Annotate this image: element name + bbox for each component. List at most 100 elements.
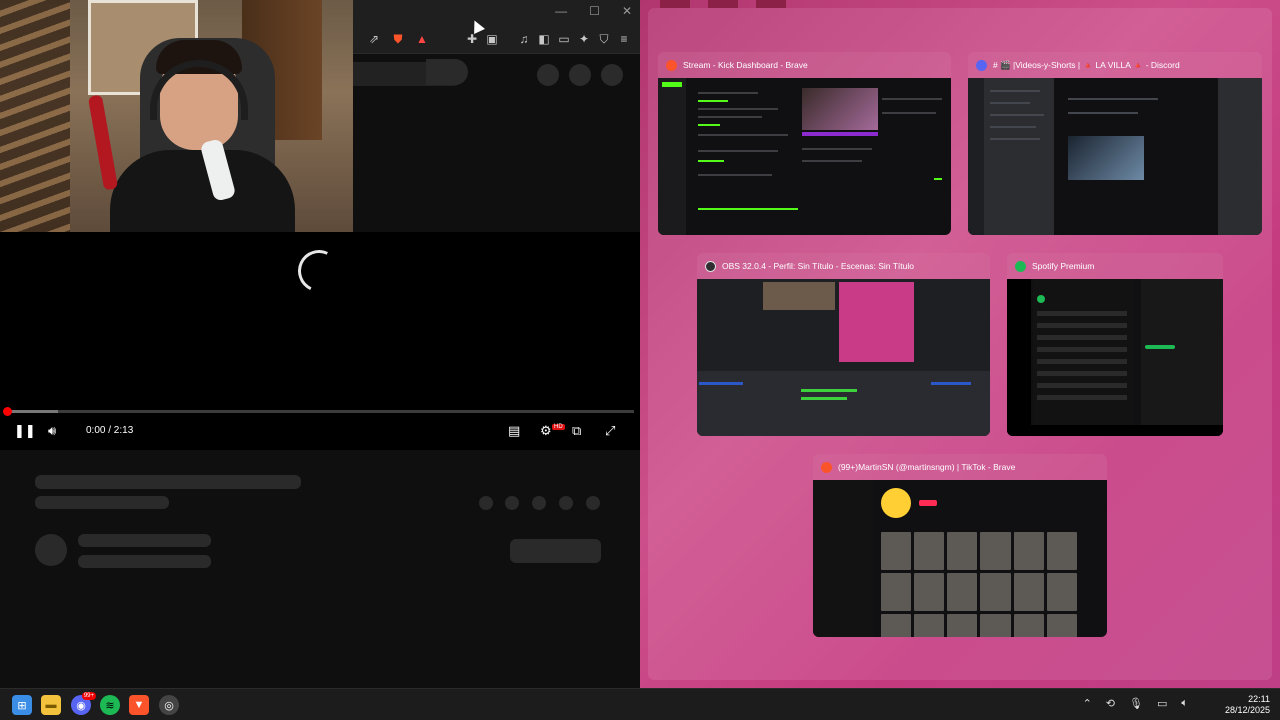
progress-bar[interactable] xyxy=(6,410,634,413)
share-icon[interactable]: ⇗ xyxy=(367,32,381,46)
skeleton-subs xyxy=(78,555,211,568)
skeleton-avatar xyxy=(35,534,67,566)
media-icon[interactable]: ♫ xyxy=(517,32,531,46)
microphone-icon[interactable]: 🎙︎ xyxy=(1129,697,1143,710)
fullscreen-icon[interactable]: ⤢ xyxy=(605,421,615,441)
vpn-icon[interactable]: ⛉ xyxy=(597,32,611,46)
spotify-icon[interactable]: ≋ xyxy=(100,695,120,715)
brave-icon[interactable]: ▼ xyxy=(129,695,149,715)
window-title: Spotify Premium xyxy=(1015,258,1217,274)
captions-icon[interactable]: ▤ xyxy=(508,421,520,441)
skeleton-action xyxy=(532,496,546,510)
wifi-sync-icon[interactable]: ⟲ xyxy=(1106,697,1115,710)
webcam-microphone xyxy=(87,94,119,191)
preview-member-list xyxy=(1218,78,1262,235)
skeleton-subscribe xyxy=(510,539,601,563)
video-details-skeleton xyxy=(0,450,640,688)
youtube-header xyxy=(353,55,640,91)
window-preview xyxy=(658,78,951,235)
file-explorer-icon[interactable]: ▬ xyxy=(41,695,61,715)
browser-window: — ☐ ✕ ⇗ ⛊ ▲ ✚ ▣ ♫ ◧ ▭ ✦ ⛉ ≡ ❚❚ 🔊︎ 0:00 /… xyxy=(0,0,640,688)
window-title: (99+)MartinSN (@martinsngm) | TikTok - B… xyxy=(821,459,1101,475)
window-thumbnail-kick[interactable]: Stream - Kick Dashboard - Brave xyxy=(658,52,951,235)
brave-icon xyxy=(666,59,677,71)
time-display: 0:00 / 2:13 xyxy=(86,425,134,436)
window-thumbnail-tiktok[interactable]: (99+)MartinSN (@martinsngm) | TikTok - B… xyxy=(813,454,1107,637)
taskbar: ⊞ ▬ ◉ 99+ ≋ ▼ ◎ ⌃ ⟲ 🎙︎ ▭ 🔈︎ 22:11 28/12/2… xyxy=(0,688,1280,720)
preview-library xyxy=(1007,279,1031,436)
brave-shield-icon[interactable]: ⛊ xyxy=(391,32,405,46)
preview-avatar xyxy=(881,488,911,518)
spotify-icon xyxy=(1015,260,1026,272)
window-title-text: Stream - Kick Dashboard - Brave xyxy=(683,60,808,70)
clock[interactable]: 22:11 28/12/2025 xyxy=(1225,694,1270,716)
search-button[interactable] xyxy=(426,59,468,85)
tab-search-icon[interactable]: ▣ xyxy=(485,32,499,46)
preview-docks xyxy=(697,371,990,436)
miniplayer-icon[interactable]: ⧉ xyxy=(572,421,581,441)
obs-icon xyxy=(705,260,716,272)
discord-badge: 99+ xyxy=(81,692,96,700)
preview-sidebar xyxy=(658,78,686,235)
window-preview xyxy=(968,78,1262,235)
skeleton-subtitle xyxy=(35,496,169,509)
preview-scene xyxy=(839,282,914,362)
window-title-text: Spotify Premium xyxy=(1032,261,1095,271)
extensions-icon[interactable]: ✚ xyxy=(465,32,479,46)
preview-logo xyxy=(662,82,682,87)
preview-sidebar xyxy=(813,480,873,637)
window-preview xyxy=(813,480,1107,637)
sidebar-icon[interactable]: ◧ xyxy=(537,32,551,46)
discord-icon[interactable]: ◉ 99+ xyxy=(71,692,96,715)
window-title-text: OBS 32.0.4 - Perfil: Sin Título - Escena… xyxy=(722,261,914,271)
window-thumbnail-discord[interactable]: # 🎬 |Videos-y-Shorts | 🔺 LA VILLA 🔺 - Di… xyxy=(968,52,1262,235)
skeleton-channel xyxy=(78,534,211,547)
leo-ai-icon[interactable]: ✦ xyxy=(577,32,591,46)
window-title: Stream - Kick Dashboard - Brave xyxy=(666,57,945,73)
maximize-button[interactable]: ☐ xyxy=(589,4,600,18)
window-preview xyxy=(697,279,990,436)
windows-start-icon[interactable]: ⊞ xyxy=(12,695,32,715)
window-title-text: # 🎬 |Videos-y-Shorts | 🔺 LA VILLA 🔺 - Di… xyxy=(993,60,1180,70)
task-switcher: Stream - Kick Dashboard - Brave # 🎬 |Vid… xyxy=(640,0,1280,688)
obs-icon[interactable]: ◎ xyxy=(159,695,179,715)
skeleton-action xyxy=(505,496,519,510)
progress-buffered xyxy=(6,410,58,413)
window-title: # 🎬 |Videos-y-Shorts | 🔺 LA VILLA 🔺 - Di… xyxy=(976,57,1256,73)
create-button-placeholder[interactable] xyxy=(537,64,559,86)
brave-icon xyxy=(821,461,832,473)
preview-queue xyxy=(1141,279,1223,436)
window-title-text: (99+)MartinSN (@martinsngm) | TikTok - B… xyxy=(838,462,1016,472)
system-tray: ⌃ ⟲ 🎙︎ ▭ 🔈︎ xyxy=(1083,697,1188,710)
window-title: OBS 32.0.4 - Perfil: Sin Título - Escena… xyxy=(705,258,984,274)
top-strip xyxy=(660,0,786,8)
pause-icon[interactable]: ❚❚ xyxy=(14,421,36,441)
preview-follow xyxy=(919,500,937,506)
notifications-placeholder[interactable] xyxy=(569,64,591,86)
progress-scrubber[interactable] xyxy=(3,407,12,416)
webcam-overlay xyxy=(0,0,353,232)
skeleton-action xyxy=(479,496,493,510)
volume-icon[interactable]: 🔊︎ xyxy=(48,421,56,441)
skeleton-action xyxy=(559,496,573,510)
clock-time: 22:11 xyxy=(1248,694,1270,704)
preview-video xyxy=(1068,136,1144,180)
network-icon[interactable]: ▭ xyxy=(1157,697,1167,710)
skeleton-title xyxy=(35,475,301,489)
preview-bar xyxy=(802,132,878,136)
menu-icon[interactable]: ≡ xyxy=(617,32,631,46)
chevron-up-icon[interactable]: ⌃ xyxy=(1083,697,1092,710)
browser-titlebar: — ☐ ✕ xyxy=(353,0,640,26)
settings-gear-icon[interactable]: ⚙ xyxy=(540,421,552,441)
brave-rewards-icon[interactable]: ▲ xyxy=(415,32,429,46)
window-thumbnail-spotify[interactable]: Spotify Premium xyxy=(1007,253,1223,436)
close-button[interactable]: ✕ xyxy=(622,4,632,18)
volume-icon[interactable]: 🔈︎ xyxy=(1181,697,1188,710)
window-thumbnail-obs[interactable]: OBS 32.0.4 - Perfil: Sin Título - Escena… xyxy=(697,253,990,436)
account-avatar-placeholder[interactable] xyxy=(601,64,623,86)
clock-date: 28/12/2025 xyxy=(1224,705,1270,715)
hd-badge: HD xyxy=(552,424,565,430)
minimize-button[interactable]: — xyxy=(555,4,567,18)
wallet-icon[interactable]: ▭ xyxy=(557,32,571,46)
preview-video-grid xyxy=(881,532,1077,637)
